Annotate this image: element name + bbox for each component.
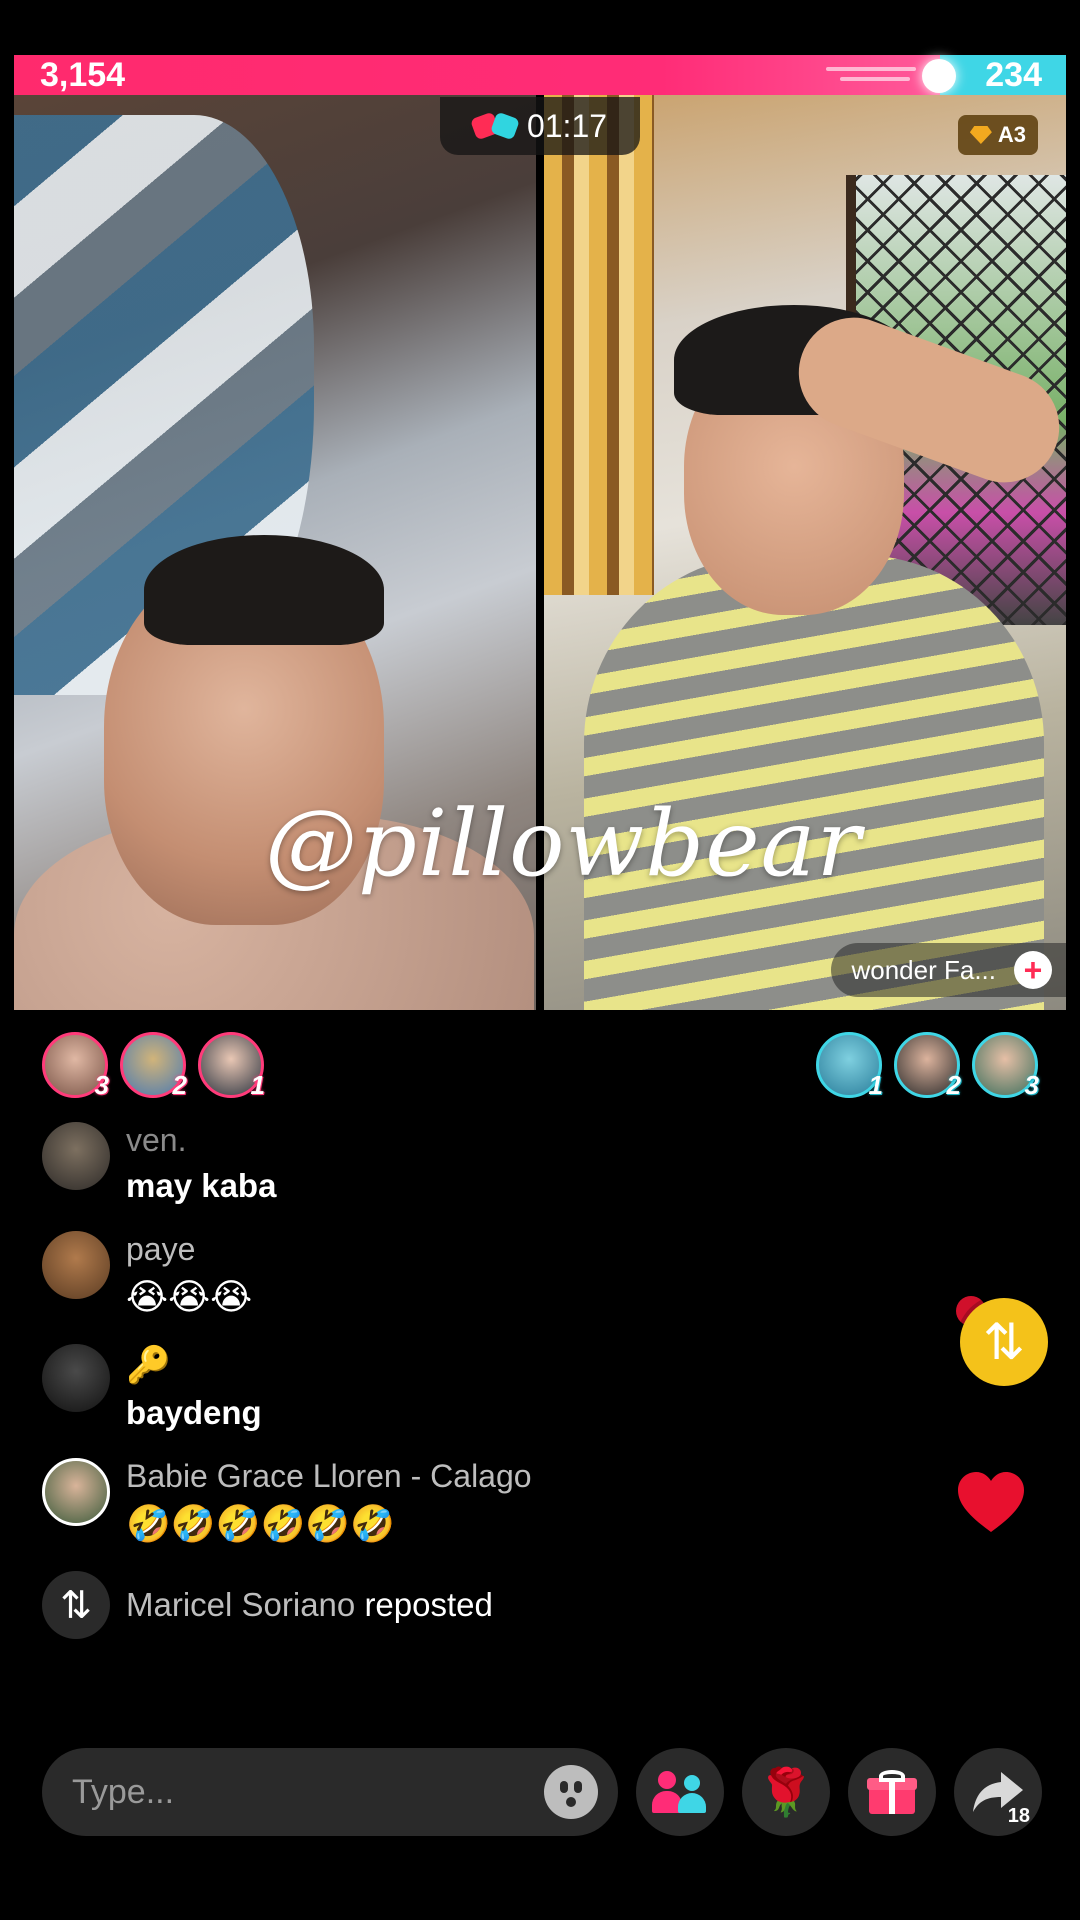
gifter-avatar[interactable]: 1 [816,1032,883,1100]
comment-username[interactable]: paye [126,1231,252,1268]
avatar[interactable] [42,1458,110,1526]
comment-username[interactable]: Babie Grace Lloren - Calago [126,1458,532,1495]
share-button[interactable]: 18 [954,1748,1042,1836]
repost-action: reposted [364,1586,493,1623]
watermark: @pillowbear [265,790,862,897]
battle-score-bar: 3,154 234 [14,55,1066,95]
battle-gloves-icon [469,111,520,141]
repost-username[interactable]: Maricel Soriano [126,1586,355,1623]
gifter-rank: 3 [1024,1070,1039,1100]
cohost-name: wonder Fa... [851,954,996,985]
gifter-rank: 2 [172,1070,187,1100]
gifter-rank: 1 [868,1070,883,1100]
comment-emoji: 😭😭😭 [126,1276,253,1317]
avatar[interactable] [42,1344,110,1412]
right-team-score: 234 [985,55,1042,94]
comment-feed: ven. may kaba paye 😭😭😭 🔑 baydeng Babie G… [42,1122,942,1639]
battle-timer-text: 01:17 [526,107,608,144]
comment-item[interactable]: paye 😭😭😭 [42,1231,942,1318]
score-streak-decoration [825,67,916,71]
avatar[interactable] [42,1231,110,1299]
repost-icon: ⇅ [42,1571,110,1639]
repost-event[interactable]: ⇅ Maricel Soriano reposted [42,1571,942,1639]
left-team-score: 3,154 [40,55,126,94]
rank-badge[interactable]: A3 [957,115,1038,155]
gifter-rank: 1 [250,1070,265,1100]
comment-emoji: 🤣🤣🤣🤣🤣🤣 [126,1503,395,1544]
emoji-icon[interactable] [544,1765,598,1819]
comment-item[interactable]: ven. may kaba [42,1122,942,1205]
battle-timer: 01:17 [440,97,640,155]
host-hair [144,535,384,645]
comment-username[interactable]: ven. [126,1122,276,1159]
comment-username[interactable]: 🔑 [126,1344,262,1386]
gifter-avatar[interactable]: 2 [894,1032,961,1100]
rose-gift-button[interactable]: 🌹 [742,1748,830,1836]
comment-item[interactable]: 🔑 baydeng [42,1344,942,1432]
gift-button[interactable] [848,1748,936,1836]
cohost-name-tag[interactable]: wonder Fa... + [831,943,1066,997]
share-count: 18 [1007,1805,1030,1827]
left-team-score-fill: 3,154 [14,55,956,95]
gifter-avatar[interactable]: 3 [972,1032,1039,1100]
rank-badge-label: A3 [997,122,1026,147]
gifter-avatar[interactable]: 3 [42,1032,109,1100]
rose-icon: 🌹 [757,1766,815,1818]
gifter-rank: 3 [94,1070,109,1100]
left-top-gifters: 3 2 1 [42,1032,265,1100]
cohost-shirt [584,555,1044,1010]
right-team-score-fill: 234 [939,55,1066,95]
plus-icon[interactable]: + [1014,951,1052,989]
bottom-toolbar: 🌹 18 [42,1748,1042,1836]
comment-input-box[interactable] [42,1748,618,1836]
avatar[interactable] [42,1122,110,1190]
comment-input[interactable] [72,1772,492,1812]
gifter-avatar[interactable]: 2 [120,1032,187,1100]
right-top-gifters: 1 2 3 [816,1032,1039,1100]
comment-text: baydeng [126,1394,262,1431]
gift-icon [867,1770,917,1814]
comment-item[interactable]: Babie Grace Lloren - Calago 🤣🤣🤣🤣🤣🤣 [42,1458,942,1545]
people-icon [652,1771,708,1813]
score-streak-decoration [839,77,910,81]
repost-button[interactable]: ⇅ [960,1298,1048,1386]
score-spark-icon [921,59,956,93]
gifter-avatar[interactable]: 1 [198,1032,265,1100]
multi-guest-button[interactable] [636,1748,724,1836]
diamond-icon [969,126,992,144]
gifter-rank: 2 [946,1070,961,1100]
comment-text: may kaba [126,1167,277,1204]
video-curtain [544,95,654,595]
heart-icon[interactable] [956,1470,1026,1536]
